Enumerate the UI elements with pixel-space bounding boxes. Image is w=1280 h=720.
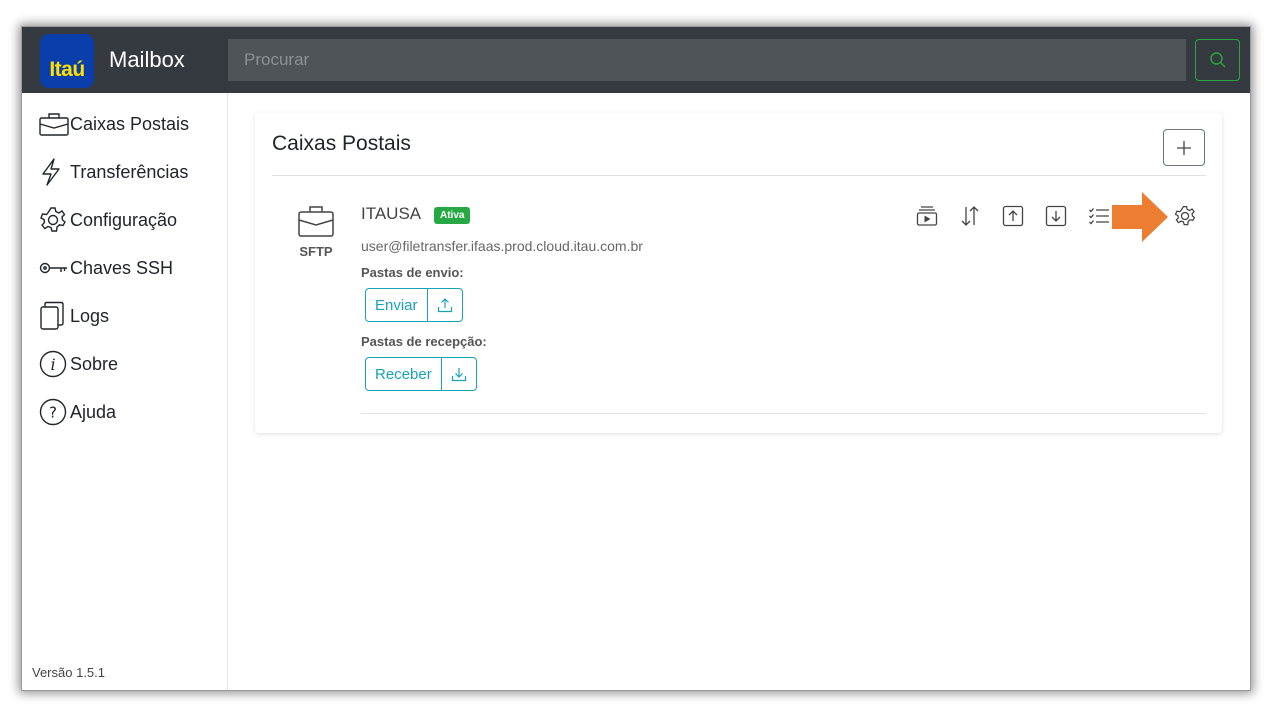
sidebar-item-transferencias[interactable]: Transferências	[39, 156, 188, 188]
sidebar-item-label: Ajuda	[70, 401, 117, 422]
mailbox-name: ITAUSA	[361, 204, 422, 223]
play-stack-icon	[916, 206, 938, 226]
svg-text:i: i	[50, 355, 55, 374]
protocol-label: SFTP	[299, 244, 333, 259]
sidebar-item-label: Chaves SSH	[70, 257, 174, 278]
app-title[interactable]: Mailbox	[109, 47, 185, 73]
search-input[interactable]	[228, 39, 1186, 81]
top-navbar: Itaú Mailbox	[22, 27, 1250, 93]
upload-icon	[437, 298, 452, 313]
mailbox-briefcase-icon	[297, 204, 335, 243]
sidebar-item-label: Configuração	[70, 209, 178, 230]
plus-icon	[1177, 140, 1191, 155]
checklist-icon	[1089, 208, 1109, 225]
page-title: Caixas Postais	[272, 132, 411, 155]
sidebar: Caixas Postais Transferências Configuraç…	[22, 93, 228, 690]
upload-action-button[interactable]	[1001, 204, 1025, 228]
gear-icon	[39, 204, 70, 236]
sidebar-item-label: Transferências	[70, 161, 189, 182]
sidebar-item-label: Caixas Postais	[70, 113, 190, 134]
status-badge: Ativa	[434, 207, 471, 224]
mailboxes-card: Caixas Postais SFTP ITAUSA Ativa user@fi…	[255, 113, 1222, 433]
download-action-button[interactable]	[1044, 204, 1068, 228]
gear-icon	[1174, 205, 1196, 226]
files-icon	[39, 300, 70, 332]
run-queue-button[interactable]	[915, 204, 939, 228]
transfers-button[interactable]	[958, 204, 982, 228]
send-folders-label: Pastas de envio:	[361, 265, 464, 280]
search-button[interactable]	[1195, 39, 1240, 81]
lightning-icon	[39, 156, 70, 188]
send-button[interactable]: Enviar	[366, 289, 427, 321]
key-icon	[39, 252, 70, 284]
receive-folders-label: Pastas de recepção:	[361, 334, 487, 349]
svg-text:?: ?	[49, 404, 57, 422]
sidebar-item-chaves-ssh[interactable]: Chaves SSH	[39, 252, 173, 284]
add-mailbox-button[interactable]	[1163, 129, 1205, 166]
itau-logo[interactable]: Itaú	[40, 34, 94, 88]
receive-button-group: Receber	[365, 357, 477, 391]
checklist-button[interactable]	[1087, 204, 1111, 228]
download-button[interactable]	[440, 358, 476, 390]
briefcase-icon	[39, 108, 70, 140]
search-icon	[1209, 52, 1225, 68]
send-button-group: Enviar	[365, 288, 463, 322]
upload-box-icon	[1002, 205, 1024, 227]
info-icon: i	[39, 348, 70, 380]
sidebar-item-label: Sobre	[70, 353, 119, 374]
sidebar-item-logs[interactable]: Logs	[39, 300, 109, 332]
upload-button[interactable]	[426, 289, 462, 321]
app-version: Versão 1.5.1	[32, 665, 105, 680]
sidebar-item-configuracao[interactable]: Configuração	[39, 204, 177, 236]
sidebar-item-sobre[interactable]: i Sobre	[39, 348, 118, 380]
receive-button[interactable]: Receber	[366, 358, 441, 390]
divider	[272, 175, 1206, 176]
download-icon	[451, 368, 466, 382]
sidebar-item-label: Logs	[70, 305, 110, 326]
divider	[361, 413, 1206, 414]
app-window: Itaú Mailbox Caixas Postais Transferênci…	[22, 27, 1250, 690]
sidebar-item-caixas-postais[interactable]: Caixas Postais	[39, 108, 189, 140]
download-box-icon	[1045, 205, 1067, 227]
annotation-arrow-icon	[1112, 192, 1168, 242]
mailbox-user: user@filetransfer.ifaas.prod.cloud.itau.…	[361, 238, 643, 254]
mailbox-settings-button[interactable]	[1173, 204, 1197, 228]
sidebar-item-ajuda[interactable]: ? Ajuda	[39, 396, 116, 428]
logo-text: Itaú	[49, 58, 85, 81]
question-icon: ?	[39, 396, 70, 428]
transfer-arrows-icon	[961, 206, 979, 226]
